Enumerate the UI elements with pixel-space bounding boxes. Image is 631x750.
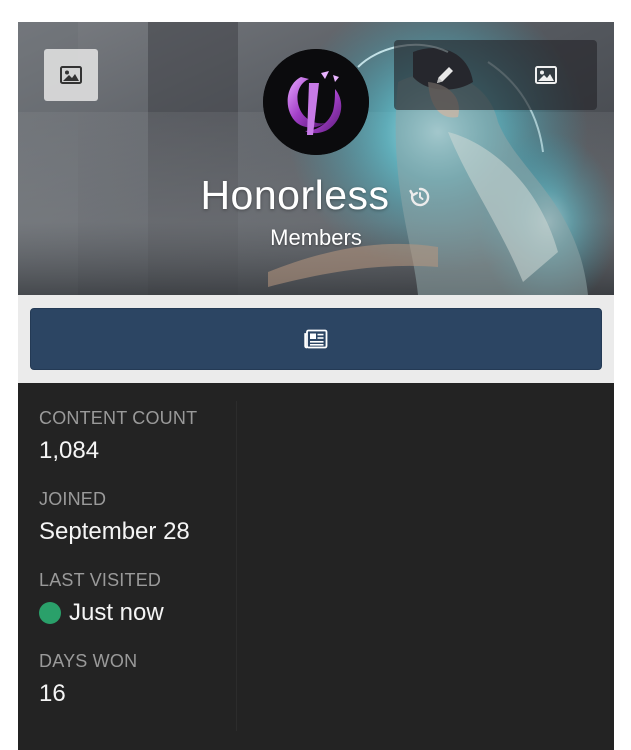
- profile-stats-panel: CONTENT COUNT 1,084 JOINED September 28 …: [18, 383, 614, 750]
- change-cover-image-button[interactable]: [496, 40, 598, 110]
- stat-days-won: DAYS WON 16: [39, 650, 137, 708]
- stat-joined: JOINED September 28: [39, 488, 190, 546]
- profile-name: Honorless: [200, 171, 390, 218]
- stat-value: 16: [39, 680, 66, 707]
- stat-value: Just now: [69, 599, 164, 626]
- image-icon: [535, 66, 558, 84]
- avatar[interactable]: [263, 49, 369, 155]
- history-icon[interactable]: [408, 185, 432, 209]
- pencil-icon: [436, 67, 453, 83]
- page: Honorless Members CONTENT COUNT 1,084 JO…: [0, 0, 631, 750]
- cover-photo: Honorless Members: [18, 22, 614, 295]
- online-status-icon: [39, 602, 61, 624]
- stat-label: JOINED: [39, 489, 107, 509]
- profile-card: Honorless Members CONTENT COUNT 1,084 JO…: [18, 22, 614, 750]
- stat-label: CONTENT COUNT: [39, 408, 198, 428]
- stat-value-row: Just now: [39, 599, 164, 627]
- stat-value: September 28: [39, 518, 190, 545]
- edit-profile-button[interactable]: [394, 40, 496, 110]
- stat-content-count: CONTENT COUNT 1,084: [39, 407, 197, 465]
- stat-label: DAYS WON: [39, 651, 138, 671]
- stat-label: LAST VISITED: [39, 570, 162, 590]
- stat-last-visited: LAST VISITED Just now: [39, 569, 164, 627]
- stats-divider: [236, 401, 237, 731]
- change-cover-photo-button[interactable]: [44, 49, 98, 101]
- stat-value: 1,084: [39, 437, 100, 464]
- avatar-emblem: [263, 49, 369, 155]
- image-icon: [60, 66, 82, 84]
- cover-action-group: [394, 40, 597, 110]
- newspaper-icon: [304, 329, 328, 349]
- view-content-button[interactable]: [30, 308, 602, 370]
- member-group: Members: [270, 225, 362, 250]
- profile-name-row: Honorless: [18, 167, 614, 223]
